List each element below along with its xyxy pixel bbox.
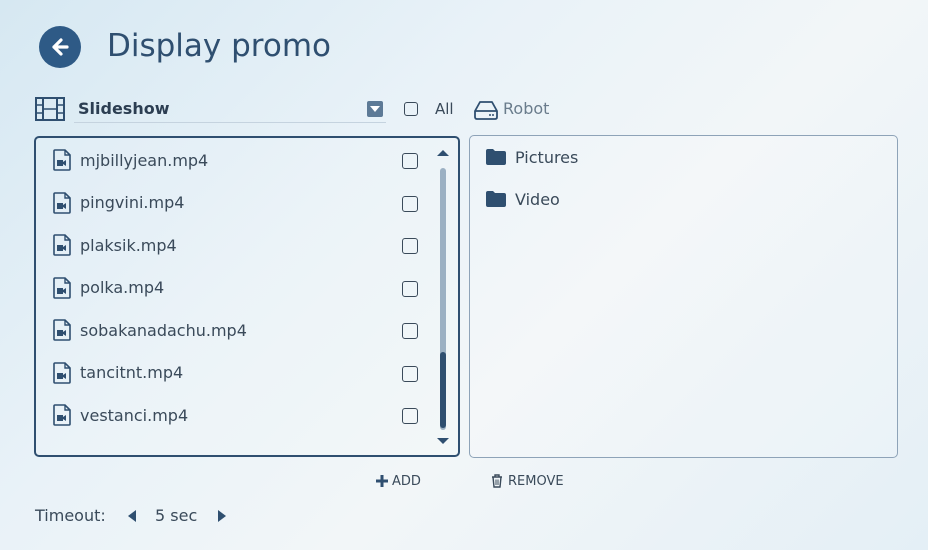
dropdown-arrow-icon[interactable] — [367, 101, 383, 117]
folder-row[interactable]: Pictures — [485, 145, 578, 169]
drive-icon — [474, 101, 498, 120]
folder-row[interactable]: Video — [485, 187, 560, 211]
back-button[interactable] — [39, 26, 81, 68]
scroll-down-icon[interactable] — [437, 438, 449, 444]
file-checkbox[interactable] — [402, 238, 418, 254]
remove-button-label: REMOVE — [508, 473, 564, 489]
file-checkbox[interactable] — [402, 280, 418, 297]
file-name: polka.mp4 — [80, 278, 165, 297]
file-checkbox[interactable] — [402, 153, 418, 169]
file-row[interactable]: plaksik.mp4 — [52, 233, 418, 257]
video-file-icon — [52, 404, 72, 426]
add-button-label: ADD — [392, 473, 421, 489]
folder-list-panel[interactable]: Pictures Video — [469, 135, 898, 458]
file-list-panel[interactable]: mjbillyjean.mp4 pingvini.mp4 plaksik.mp4 po… — [34, 136, 460, 457]
file-name: pingvini.mp4 — [80, 193, 185, 212]
file-row[interactable]: sobakanadachu.mp4 — [52, 318, 418, 342]
scroll-up-icon[interactable] — [437, 150, 449, 156]
select-all-checkbox[interactable] — [404, 102, 418, 116]
plus-icon — [376, 475, 388, 487]
video-file-icon — [52, 319, 72, 341]
select-all-label: All — [435, 100, 454, 118]
timeout-value: 5 sec — [155, 506, 198, 525]
file-name: mjbillyjean.mp4 — [80, 150, 209, 170]
file-row[interactable]: mjbillyjean.mp4 — [52, 148, 418, 172]
video-file-icon — [52, 361, 72, 384]
increase-timeout-icon[interactable] — [218, 510, 226, 522]
file-name: vestanci.mp4 — [80, 405, 189, 425]
file-row[interactable]: tancitnt.mp4 — [52, 361, 418, 385]
remove-button[interactable]: REMOVE — [491, 471, 564, 491]
file-name: sobakanadachu.mp4 — [80, 320, 247, 340]
file-checkbox[interactable] — [402, 195, 418, 212]
file-checkbox[interactable] — [402, 365, 418, 382]
file-checkbox[interactable] — [402, 408, 418, 424]
file-checkbox[interactable] — [402, 323, 418, 339]
trash-icon — [492, 474, 502, 488]
robot-drive-label[interactable]: Robot — [503, 99, 549, 119]
source-select-value: Slideshow — [78, 99, 170, 118]
film-strip-icon — [35, 97, 65, 121]
file-name: plaksik.mp4 — [80, 235, 177, 255]
arrow-left-icon — [52, 38, 69, 56]
folder-name: Pictures — [515, 147, 579, 167]
video-file-icon — [52, 149, 72, 171]
folder-icon — [485, 190, 507, 208]
file-name: tancitnt.mp4 — [80, 363, 184, 382]
timeout-label: Timeout: — [35, 506, 106, 525]
folder-icon — [485, 148, 507, 166]
scrollbar-thumb[interactable] — [440, 352, 446, 428]
decrease-timeout-icon[interactable] — [128, 510, 136, 522]
file-row[interactable]: polka.mp4 — [52, 276, 418, 300]
folder-name: Video — [515, 189, 560, 209]
video-file-icon — [52, 234, 72, 256]
file-row[interactable]: pingvini.mp4 — [52, 191, 418, 215]
file-row[interactable]: vestanci.mp4 — [52, 403, 418, 427]
source-select[interactable]: Slideshow — [74, 98, 386, 123]
video-file-icon — [52, 191, 72, 214]
page-title: Display promo — [107, 28, 331, 64]
video-file-icon — [52, 276, 72, 299]
add-button[interactable]: ADD — [376, 471, 421, 491]
